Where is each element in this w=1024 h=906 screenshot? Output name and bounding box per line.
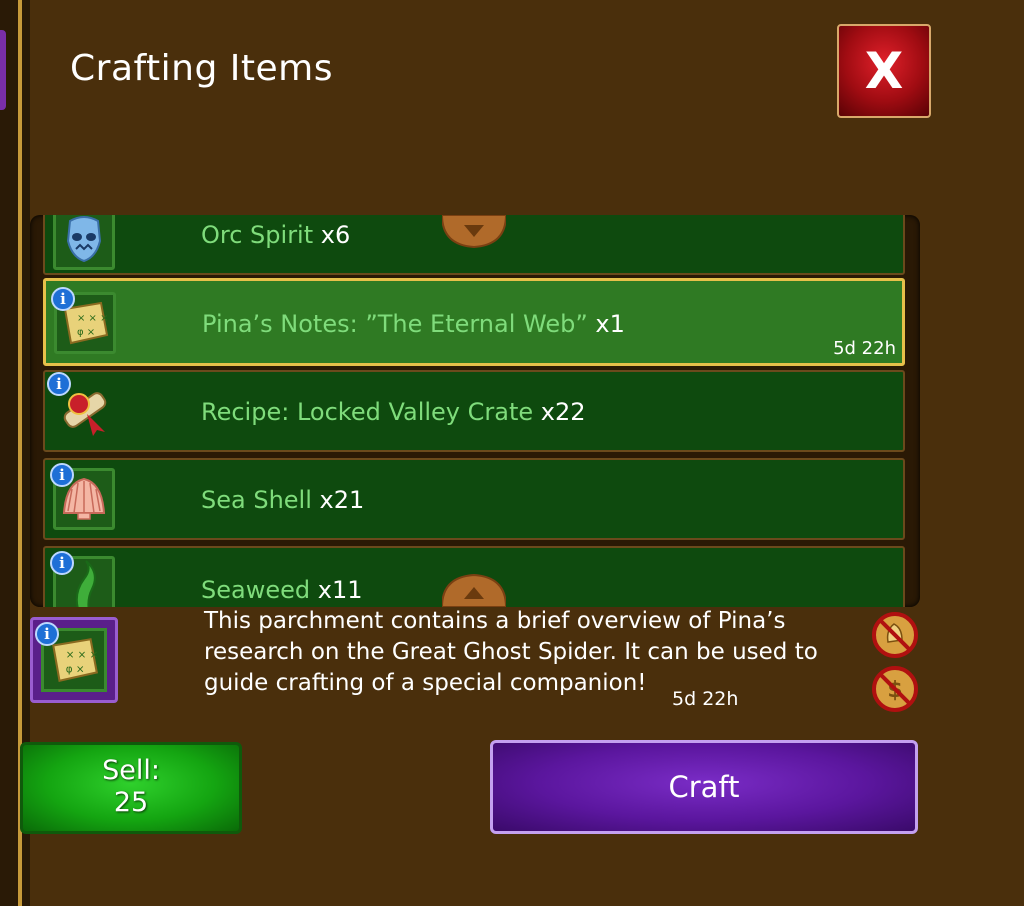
list-item[interactable]: i Sea Shell x21 <box>43 458 905 540</box>
scroll-notes-icon: × × × φ × i <box>51 287 116 354</box>
orc-spirit-icon <box>53 215 115 270</box>
scroll-down-arrow[interactable] <box>442 573 506 607</box>
no-trade-icon: $ <box>872 666 918 712</box>
item-name: Recipe: Locked Valley Crate x22 <box>201 398 586 426</box>
selected-item-icon: × × × φ × i <box>30 617 118 703</box>
sell-price: 25 <box>113 787 149 818</box>
side-tab[interactable] <box>0 30 6 110</box>
description-timer: 5d 22h <box>672 688 739 710</box>
sea-shell-icon: i <box>50 463 115 530</box>
svg-text:φ ×: φ × <box>77 327 95 338</box>
svg-text:× × ×: × × × <box>77 313 109 324</box>
sell-button[interactable]: Sell: 25 <box>20 742 242 834</box>
window-title: Crafting Items <box>70 48 333 89</box>
info-icon[interactable]: i <box>51 287 75 311</box>
item-name: Pina’s Notes: ”The Eternal Web” x1 <box>202 310 625 338</box>
no-sell-icon <box>872 612 918 658</box>
craft-button[interactable]: Craft <box>490 740 918 834</box>
item-name: Sea Shell x21 <box>201 486 365 514</box>
info-icon[interactable]: i <box>50 551 74 575</box>
item-name: Seaweed x11 <box>201 576 363 604</box>
close-button[interactable]: X <box>837 24 931 118</box>
list-item[interactable]: i Recipe: Locked Valley Crate x22 <box>43 370 905 452</box>
list-item-selected[interactable]: × × × φ × i Pina’s Notes: ”The Eternal W… <box>43 278 905 366</box>
item-name: Orc Spirit x6 <box>201 221 351 249</box>
close-icon: X <box>864 42 904 100</box>
info-icon[interactable]: i <box>47 372 71 396</box>
svg-text:× × ×: × × × <box>66 649 99 661</box>
recipe-scroll-icon: i <box>47 372 115 442</box>
info-icon[interactable]: i <box>35 622 59 646</box>
item-list[interactable]: Orc Spirit x6 × × × φ × i Pina’s Notes: … <box>30 215 920 607</box>
scroll-up-arrow[interactable] <box>442 215 506 249</box>
item-timer: 5d 22h <box>833 338 896 359</box>
item-description: This parchment contains a brief overview… <box>204 608 818 696</box>
info-icon[interactable]: i <box>50 463 74 487</box>
svg-text:φ ×: φ × <box>66 663 85 675</box>
seaweed-icon: i <box>50 551 115 607</box>
sell-label: Sell: <box>102 755 160 786</box>
